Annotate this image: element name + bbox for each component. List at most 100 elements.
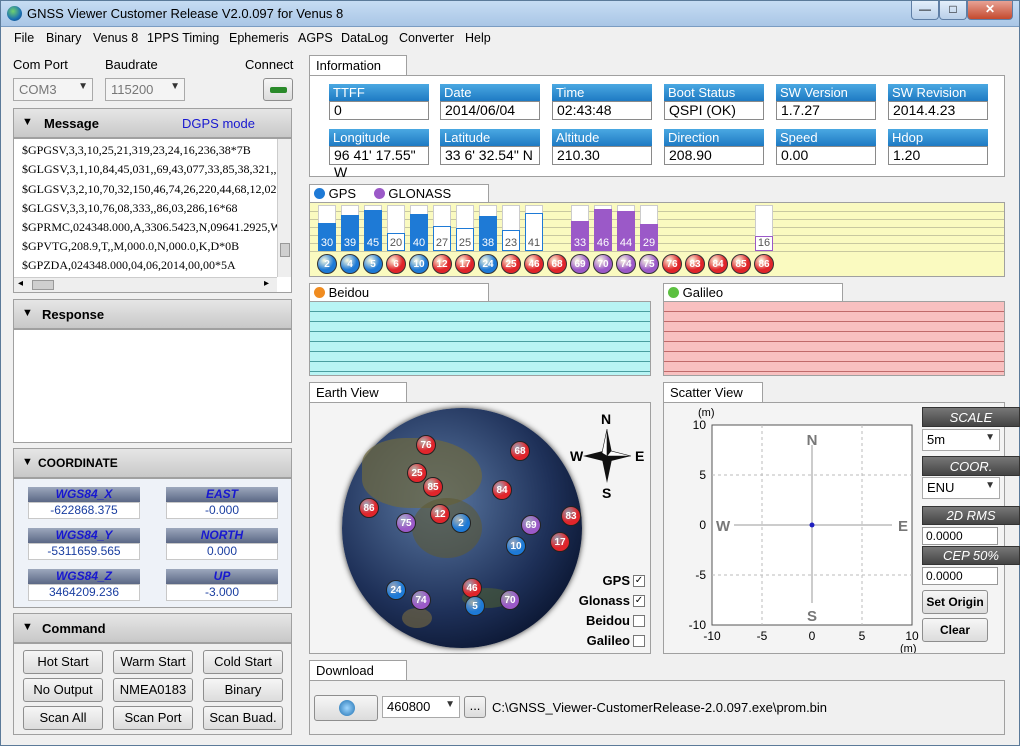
filter-galileo-label: Galileo — [586, 633, 630, 648]
filter-galileo-checkbox[interactable] — [633, 635, 645, 647]
message-line: $GPZDA,024348.000,04,06,2014,00,00*5A — [22, 258, 236, 272]
tab-galileo[interactable]: Galileo — [663, 283, 843, 302]
scan-all-button[interactable]: Scan All — [23, 706, 103, 730]
scroll-thumb[interactable] — [280, 243, 290, 257]
satellite-marker[interactable]: 84 — [492, 480, 512, 500]
wgs84-x-value: -622868.375 — [28, 502, 140, 519]
scan-port-button[interactable]: Scan Port — [113, 706, 193, 730]
com-port-select[interactable]: COM3 ▼ — [13, 78, 93, 101]
menu-help[interactable]: Help — [465, 31, 491, 45]
scroll-right-icon[interactable]: ▸ — [264, 278, 269, 289]
prn-badge: 6 — [386, 254, 406, 274]
window-title: GNSS Viewer Customer Release V2.0.097 fo… — [27, 6, 344, 21]
tab-scatter-view[interactable]: Scatter View — [663, 382, 763, 403]
snr-value: 45 — [366, 237, 380, 249]
menu-agps[interactable]: AGPS — [298, 31, 333, 45]
tab-earth-view[interactable]: Earth View — [309, 382, 407, 403]
north-label: NORTH — [166, 528, 278, 543]
info-field-label: Speed — [776, 129, 876, 146]
close-button[interactable]: ✕ — [967, 1, 1013, 20]
menu-ephemeris[interactable]: Ephemeris — [229, 31, 289, 45]
clear-button[interactable]: Clear — [922, 618, 988, 642]
set-origin-button[interactable]: Set Origin — [922, 590, 988, 614]
info-field-label: Direction — [664, 129, 764, 146]
browse-button[interactable]: ... — [464, 696, 486, 718]
binary-button[interactable]: Binary — [203, 678, 283, 702]
tab-download[interactable]: Download — [309, 660, 407, 681]
satellite-marker[interactable]: 69 — [521, 515, 541, 535]
message-log[interactable]: $GPGSV,3,3,10,25,21,319,23,24,16,236,38*… — [13, 138, 292, 293]
nmea0183-button[interactable]: NMEA0183 — [113, 678, 193, 702]
satellite-marker[interactable]: 74 — [411, 590, 431, 610]
satellite-marker[interactable]: 17 — [550, 532, 570, 552]
tab-information[interactable]: Information — [309, 55, 407, 76]
info-field-label: Latitude — [440, 129, 540, 146]
maximize-button[interactable]: □ — [939, 1, 967, 20]
baudrate-select[interactable]: 115200 ▼ — [105, 78, 185, 101]
satellite-marker[interactable]: 76 — [416, 435, 436, 455]
scroll-thumb[interactable] — [32, 280, 54, 290]
horizontal-scrollbar[interactable]: ◂ ▸ — [14, 277, 277, 292]
satellite-marker[interactable]: 2 — [451, 513, 471, 533]
response-section-header[interactable]: ▼ Response — [13, 299, 292, 329]
y-tick-label: 5 — [699, 468, 706, 482]
menu-file[interactable]: File — [14, 31, 34, 45]
message-section-header[interactable]: ▼ Message DGPS mode — [13, 108, 292, 138]
warm-start-button[interactable]: Warm Start — [113, 650, 193, 674]
coor-select[interactable]: ENU ▼ — [922, 477, 1000, 499]
info-field-value: 1.20 — [888, 146, 988, 165]
satellite-marker[interactable]: 68 — [510, 441, 530, 461]
cold-start-button[interactable]: Cold Start — [203, 650, 283, 674]
satellite-marker[interactable]: 75 — [396, 513, 416, 533]
collapse-triangle-icon: ▼ — [22, 456, 33, 468]
filter-glonass-checkbox[interactable]: ✓ — [633, 595, 645, 607]
filter-glonass-label: Glonass — [578, 593, 630, 608]
download-button[interactable] — [314, 695, 378, 721]
connect-button[interactable] — [263, 78, 293, 101]
vertical-scrollbar[interactable] — [277, 139, 291, 277]
response-panel[interactable] — [13, 329, 292, 443]
filter-gps-checkbox[interactable]: ✓ — [633, 575, 645, 587]
satellite-marker[interactable]: 83 — [561, 506, 581, 526]
menu-converter[interactable]: Converter — [399, 31, 454, 45]
snr-bar-track — [709, 205, 727, 251]
minimize-button[interactable]: — — [911, 1, 939, 20]
scan-baud-button[interactable]: Scan Buad. — [203, 706, 283, 730]
scale-select[interactable]: 5m ▼ — [922, 429, 1000, 451]
coordinate-section-header[interactable]: ▼ COORDINATE — [13, 448, 292, 478]
grid-line — [310, 331, 650, 332]
tab-beidou[interactable]: Beidou — [309, 283, 489, 302]
hot-start-button[interactable]: Hot Start — [23, 650, 103, 674]
menu-1pps-timing[interactable]: 1PPS Timing — [147, 31, 219, 45]
baudrate-value: 115200 — [111, 82, 154, 97]
signal-panel: 30 2 39 4 45 5 20 6 40 10 27 12 25 17 38 24 23 25 41 46 68 33… — [309, 202, 1005, 277]
satellite-marker[interactable]: 24 — [386, 580, 406, 600]
prn-badge: 12 — [432, 254, 452, 274]
download-baud-select[interactable]: 460800 ▼ — [382, 696, 460, 718]
satellite-marker[interactable]: 46 — [462, 578, 482, 598]
command-section-header[interactable]: ▼ Command — [13, 613, 292, 643]
satellite-marker[interactable]: 12 — [430, 504, 450, 524]
tab-gps-glonass[interactable]: GPS GLONASS — [309, 184, 489, 203]
filter-beidou-checkbox[interactable] — [633, 615, 645, 627]
prn-badge: 2 — [317, 254, 337, 274]
info-field: Hdop 1.20 — [888, 129, 988, 165]
info-field-label: TTFF — [329, 84, 429, 101]
satellite-marker[interactable]: 10 — [506, 536, 526, 556]
snr-value: 25 — [458, 237, 472, 249]
satellite-marker[interactable]: 5 — [465, 596, 485, 616]
no-output-button[interactable]: No Output — [23, 678, 103, 702]
menu-datalog[interactable]: DataLog — [341, 31, 388, 45]
scroll-left-icon[interactable]: ◂ — [18, 278, 23, 289]
info-field-label: SW Version — [776, 84, 876, 101]
land-australia — [402, 608, 432, 628]
grid-line — [664, 351, 1004, 352]
satellite-marker[interactable]: 85 — [423, 477, 443, 497]
menu-binary[interactable]: Binary — [46, 31, 81, 45]
earth-view-panel: 76 68 25 85 84 86 12 75 2 83 69 10 17 24 74 46 5 70 N S E… — [309, 402, 651, 654]
satellite-marker[interactable]: 86 — [359, 498, 379, 518]
response-title: Response — [42, 307, 105, 322]
wgs84-x-label: WGS84_X — [28, 487, 140, 502]
satellite-marker[interactable]: 70 — [500, 590, 520, 610]
menu-venus8[interactable]: Venus 8 — [93, 31, 138, 45]
